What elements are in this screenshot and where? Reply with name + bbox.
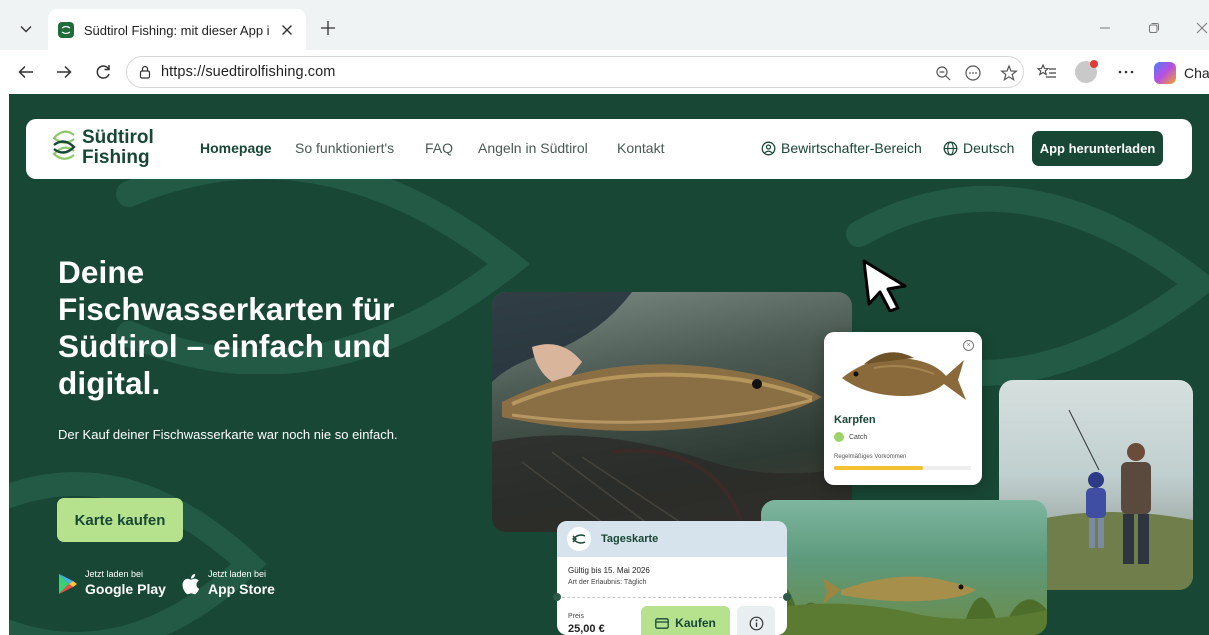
ticket-buy-button[interactable]: Kaufen	[641, 606, 730, 635]
new-tab-plus-icon[interactable]	[318, 18, 338, 38]
ticket-notch-right	[783, 593, 791, 601]
copilot-label: Cha	[1184, 65, 1209, 81]
brand-line-2: Fishing	[82, 147, 150, 168]
nav-link-faq[interactable]: FAQ	[425, 140, 453, 156]
nav-link-fishing-south-tyrol[interactable]: Angeln in Südtirol	[478, 140, 588, 156]
notification-dot	[1090, 60, 1098, 68]
profile-avatar-icon[interactable]	[1075, 60, 1098, 83]
ticket-valid-until: Gültig bis 15. Mai 2026	[568, 566, 650, 575]
brand-line-1: Südtirol	[82, 127, 154, 148]
download-app-button[interactable]: App herunterladen	[1032, 131, 1163, 166]
close-tab-icon[interactable]	[278, 21, 296, 39]
nav-link-contact[interactable]: Kontakt	[617, 140, 664, 156]
fish-logo-small-icon	[567, 527, 591, 551]
background-fish-outline-bottom-icon	[9, 472, 267, 635]
hero-title: Deine Fischwasserkarten für Südtirol – e…	[58, 254, 395, 401]
carp-image	[842, 352, 966, 400]
google-play-small: Jetzt laden bei	[85, 569, 144, 579]
google-play-icon	[59, 573, 77, 594]
fish-logo-icon	[52, 129, 76, 167]
occurrence-label: Regelmäßiges Vorkommen	[834, 454, 907, 460]
check-dot-icon	[834, 432, 844, 442]
copilot-logo-icon	[1154, 62, 1176, 84]
trout-photo	[492, 292, 852, 532]
buy-card-button[interactable]: Karte kaufen	[57, 498, 183, 542]
day-ticket-card: Tageskarte Gültig bis 15. Mai 2026 Art d…	[557, 521, 787, 635]
nav-link-how-it-works[interactable]: So funktioniert's	[295, 140, 394, 156]
browser-tab[interactable]: Südtirol Fishing: mit dieser App in	[48, 9, 306, 51]
browser-tab-bar: Südtirol Fishing: mit dieser App in	[0, 0, 1209, 51]
occurrence-bar-fill	[834, 466, 924, 470]
reload-icon[interactable]	[92, 61, 114, 83]
minimize-icon[interactable]	[1093, 16, 1117, 40]
card-icon	[655, 617, 670, 629]
google-play-label: Google Play	[85, 581, 166, 597]
user-circle-icon	[761, 141, 776, 155]
catch-tag: Catch	[834, 432, 867, 442]
app-store-label: App Store	[208, 581, 275, 597]
address-bar[interactable]: https://suedtirolfishing.com	[126, 56, 1024, 88]
favorite-star-icon[interactable]	[999, 63, 1019, 83]
manager-area-label: Bewirtschafter-Bereich	[781, 140, 922, 156]
mouse-cursor-icon	[862, 259, 907, 312]
favorites-list-icon[interactable]	[1036, 61, 1058, 83]
settings-more-icon[interactable]	[1115, 61, 1137, 83]
forward-arrow-icon[interactable]	[53, 61, 75, 83]
info-icon	[749, 616, 763, 630]
language-label: Deutsch	[963, 140, 1015, 156]
site-navigation: Südtirol Fishing Homepage So funktionier…	[26, 119, 1192, 179]
app-store-badge[interactable]: Jetzt laden bei App Store	[182, 569, 275, 598]
more-tools-icon[interactable]	[963, 63, 983, 83]
ticket-perforation	[557, 597, 787, 598]
restore-window-icon[interactable]	[1142, 16, 1166, 40]
apple-icon	[182, 573, 200, 594]
browser-toolbar: https://suedtirolfishing.com	[0, 50, 1209, 94]
occurrence-bar	[834, 466, 971, 470]
ticket-buy-label: Kaufen	[675, 616, 716, 630]
ticket-info-button[interactable]	[737, 606, 775, 635]
catch-label: Catch	[849, 433, 868, 441]
back-arrow-icon[interactable]	[15, 61, 37, 83]
url-text[interactable]: https://suedtirolfishing.com	[161, 64, 335, 80]
copilot-button[interactable]: Cha	[1154, 62, 1209, 84]
tab-actions-chevron-icon[interactable]	[14, 17, 38, 41]
globe-icon	[943, 141, 958, 155]
hero-subtitle: Der Kauf deiner Fischwasserkarte war noc…	[58, 427, 398, 442]
web-page: Südtirol Fishing Homepage So funktionier…	[9, 94, 1209, 635]
site-info-lock-icon[interactable]	[137, 64, 153, 80]
ticket-title: Tageskarte	[601, 533, 659, 545]
language-selector[interactable]: Deutsch	[943, 140, 1014, 156]
manager-area-link[interactable]: Bewirtschafter-Bereich	[761, 140, 922, 156]
close-window-icon[interactable]	[1190, 16, 1209, 40]
nav-link-homepage[interactable]: Homepage	[200, 140, 272, 156]
underwater-trout-photo	[761, 500, 1047, 635]
ticket-notch-left	[553, 593, 561, 601]
app-store-small: Jetzt laden bei	[208, 569, 267, 579]
ticket-price-label: Preis	[568, 613, 584, 620]
site-logo[interactable]: Südtirol Fishing	[52, 128, 154, 168]
site-favicon-icon	[58, 22, 74, 38]
fish-name: Karpfen	[834, 414, 876, 426]
fish-info-card[interactable]: × Karpfen Catch Regelmäßiges Vorkommen	[824, 332, 982, 485]
tab-title: Südtirol Fishing: mit dieser App in	[83, 22, 271, 38]
google-play-badge[interactable]: Jetzt laden bei Google Play	[58, 569, 166, 598]
ticket-permit-type: Art der Erlaubnis: Täglich	[568, 579, 647, 586]
ticket-price: 25,00 €	[568, 623, 605, 635]
zoom-icon[interactable]	[933, 63, 953, 83]
